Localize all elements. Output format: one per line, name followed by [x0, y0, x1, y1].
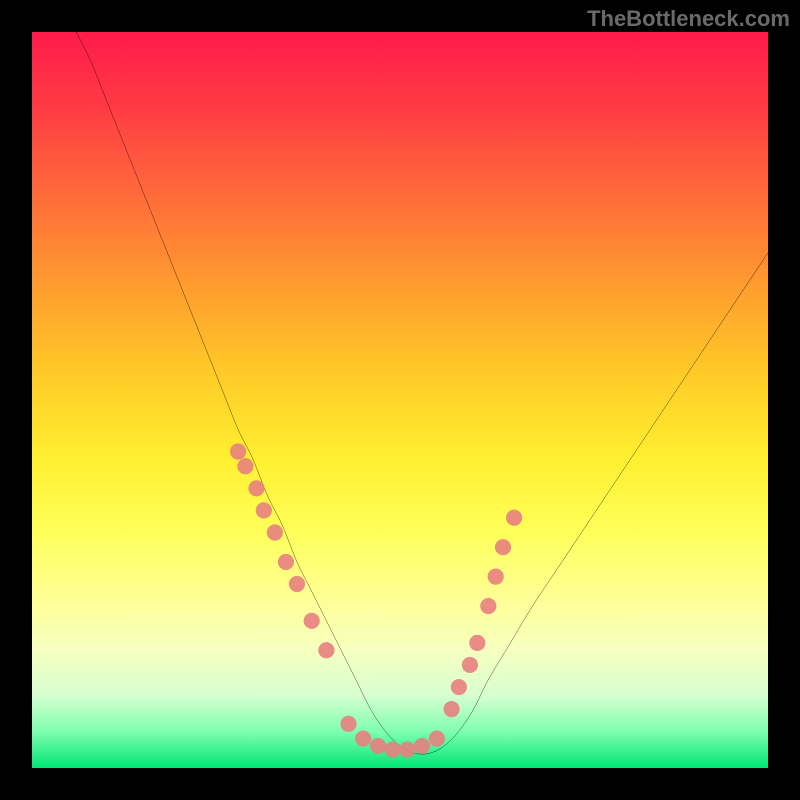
plot-area — [32, 32, 768, 768]
chart-frame: TheBottleneck.com — [0, 0, 800, 800]
watermark-text: TheBottleneck.com — [587, 6, 790, 32]
data-dots — [32, 32, 768, 768]
